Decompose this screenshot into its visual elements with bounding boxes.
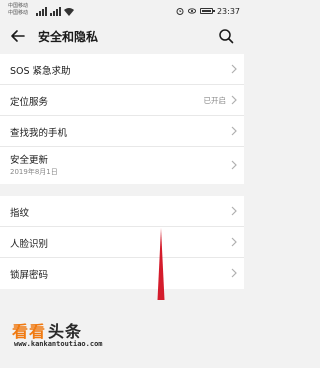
settings-group-2: 指纹 人脸识别 锁屏密码 [0, 196, 244, 289]
watermark-logo: 看看 头条 www.kankantoutiao.com [12, 318, 172, 352]
carrier-2: 中国移动 [8, 10, 29, 16]
chevron-right-icon [231, 206, 237, 216]
row-label: SOS 紧急求助 [10, 66, 71, 77]
chevron-right-icon [231, 268, 237, 278]
row-label: 人脸识别 [10, 239, 49, 250]
battery-icon [199, 8, 215, 14]
eye-icon [187, 8, 196, 14]
chevron-right-icon [231, 160, 237, 170]
chevron-right-icon [231, 95, 237, 105]
row-location[interactable]: 定位服务 已开启 [0, 85, 244, 116]
carrier-info: 中国移动 中国移动 [8, 3, 28, 17]
wifi-icon [64, 8, 74, 16]
status-right: 23:37 [176, 4, 240, 18]
top-bar: 安全和隐私 [0, 22, 244, 50]
location-status: 已开启 [203, 96, 227, 105]
chevron-right-icon [231, 64, 237, 74]
chevron-right-icon [231, 126, 237, 136]
search-icon[interactable] [216, 26, 236, 46]
row-screen-lock-password[interactable]: 锁屏密码 [0, 258, 244, 289]
status-time: 23:37 [216, 6, 240, 16]
row-label: 安全更新 [10, 155, 49, 166]
row-fingerprint[interactable]: 指纹 [0, 196, 244, 227]
back-arrow-icon[interactable] [8, 26, 28, 46]
update-date: 2019年8月1日 [10, 168, 58, 176]
row-label: 指纹 [10, 208, 30, 219]
row-sos[interactable]: SOS 紧急求助 [0, 54, 244, 85]
watermark-url: www.kankantoutiao.com [14, 340, 103, 348]
page-title: 安全和隐私 [38, 30, 99, 44]
chevron-right-icon [231, 237, 237, 247]
settings-group-1: SOS 紧急求助 定位服务 已开启 查找我的手机 安全更新 2019年8月1日 [0, 54, 244, 184]
row-label: 定位服务 [10, 97, 49, 108]
watermark-text-a: 看看 [12, 322, 47, 341]
row-find-my-phone[interactable]: 查找我的手机 [0, 116, 244, 147]
row-label: 查找我的手机 [10, 128, 68, 139]
status-bar: 中国移动 中国移动 23:37 [0, 0, 244, 22]
alarm-icon [176, 8, 184, 15]
carrier-1: 中国移动 [8, 3, 29, 9]
red-pointer-annotation [157, 228, 165, 300]
row-label: 锁屏密码 [10, 270, 49, 281]
signal-icon [36, 6, 74, 16]
row-face-recognition[interactable]: 人脸识别 [0, 227, 244, 258]
watermark-text-b: 头条 [48, 322, 83, 341]
row-security-update[interactable]: 安全更新 2019年8月1日 [0, 147, 244, 184]
